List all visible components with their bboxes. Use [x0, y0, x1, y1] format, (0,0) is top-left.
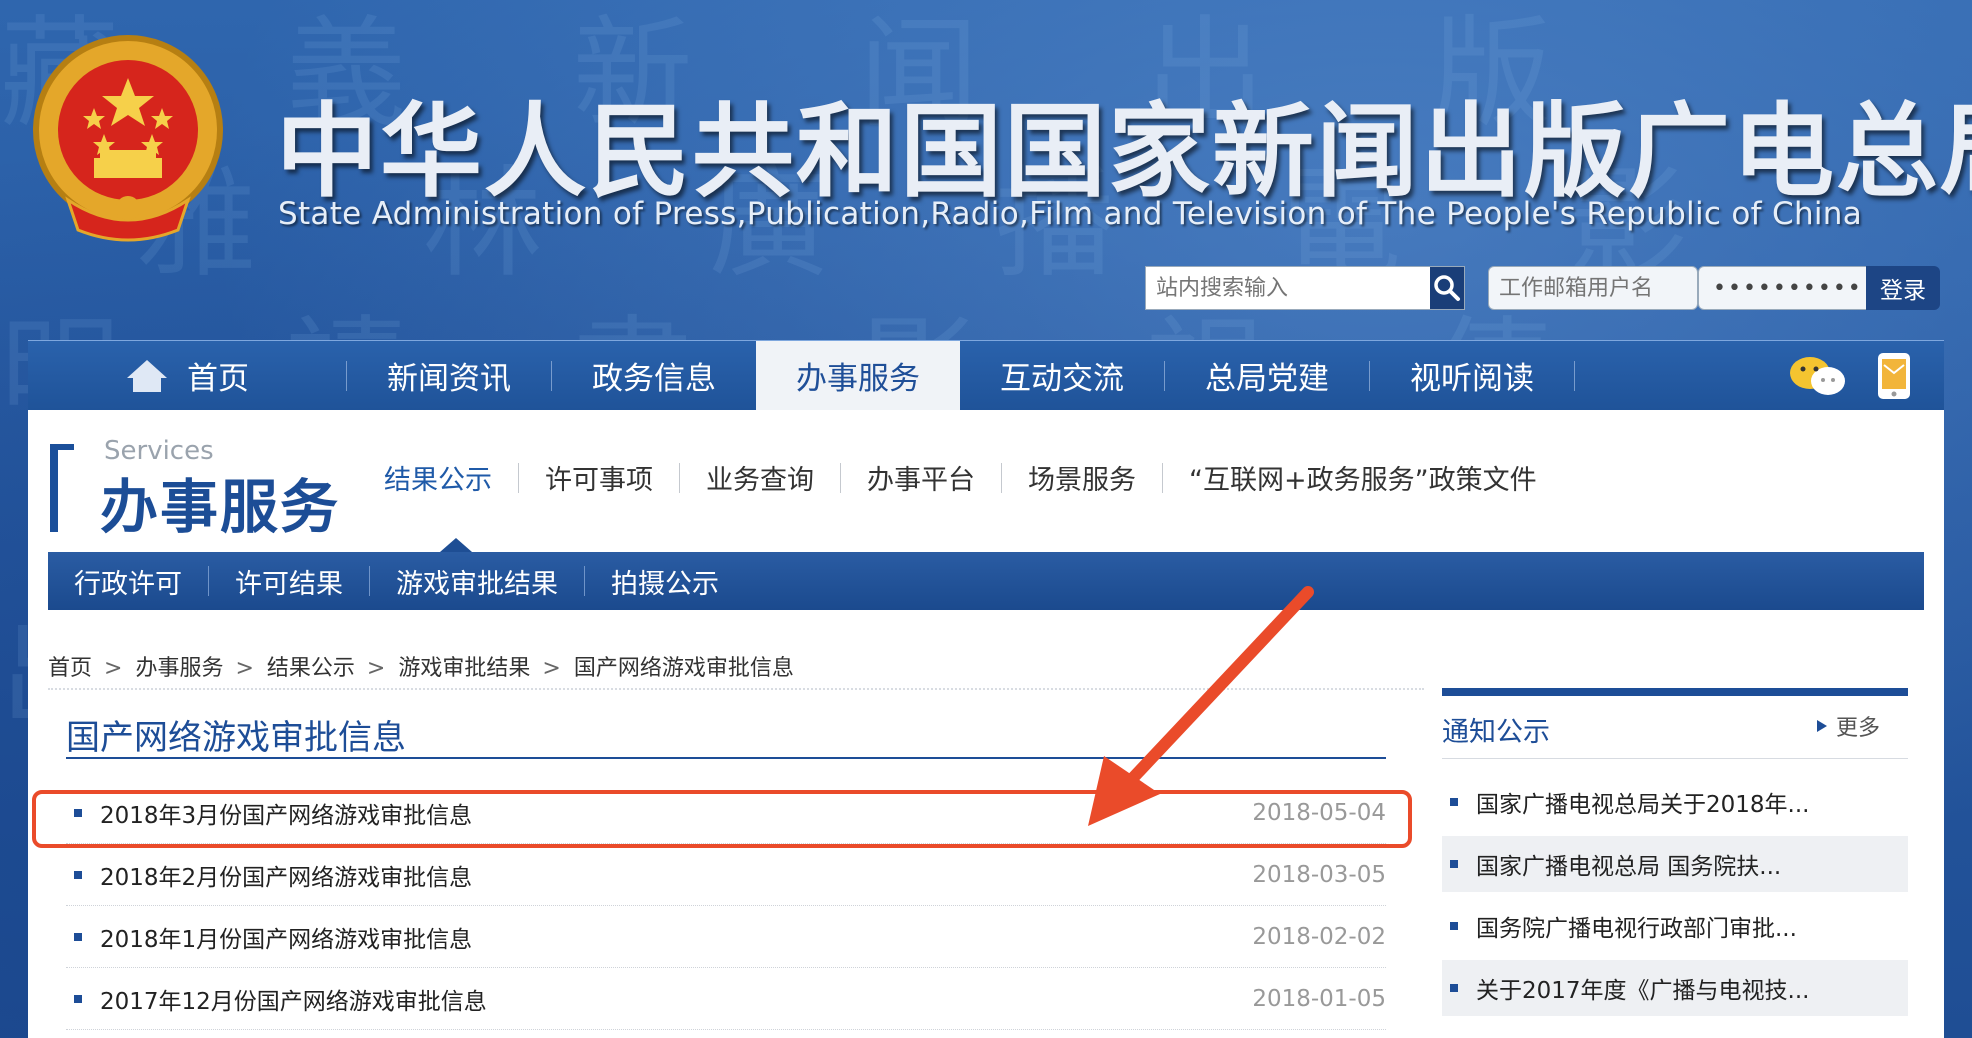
active-pointer: [440, 538, 472, 552]
nav-item-government-info[interactable]: 政务信息: [552, 341, 756, 411]
nav-item-home[interactable]: 首页: [28, 341, 346, 411]
page-title: 国产网络游戏审批信息: [66, 718, 406, 758]
notice-item-title[interactable]: 国务院广播电视行政部门审批...: [1476, 909, 1797, 943]
breadcrumb: 首页 > 办事服务 > 结果公示 > 游戏审批结果 > 国产网络游戏审批信息: [48, 650, 800, 682]
notice-item[interactable]: 关于2017年度《广播与电视技...: [1442, 960, 1908, 1016]
notice-item-title[interactable]: 国家广播电视总局关于2018年...: [1476, 785, 1809, 819]
list-item-title[interactable]: 2018年1月份国产网络游戏审批信息: [100, 920, 472, 954]
section-sub-nav: 结果公示 许可事项 业务查询 办事平台 场景服务 “互联网+政务服务”政策文件: [384, 458, 1563, 497]
list-item-date: 2018-02-02: [1252, 923, 1386, 950]
more-link[interactable]: 更多: [1816, 710, 1880, 742]
services-accent-bar: [50, 444, 58, 532]
nav-divider: [1574, 360, 1575, 391]
bullet-icon: [1450, 922, 1458, 930]
bullet-icon: [1450, 860, 1458, 868]
notice-divider: [1442, 758, 1908, 759]
sub-nav-scenario[interactable]: 场景服务: [1002, 458, 1162, 497]
bullet-icon: [74, 870, 82, 879]
breadcrumb-services[interactable]: 办事服务: [135, 656, 223, 681]
notice-item[interactable]: 国家广播电视总局 国务院扶...: [1442, 836, 1908, 892]
annotation-arrow-icon: [1088, 586, 1314, 826]
nav-right-icons: [1788, 351, 1914, 401]
triangle-right-icon: [1817, 720, 1827, 732]
result-tabs: 行政许可 许可结果 游戏审批结果 拍摄公示: [48, 552, 1924, 610]
login-button[interactable]: 登录: [1866, 266, 1940, 310]
password-field[interactable]: ••••••••••: [1698, 266, 1868, 310]
nav-label-party: 总局党建: [1205, 361, 1329, 397]
tab-filming-notice[interactable]: 拍摄公示: [585, 562, 745, 601]
nav-label-news: 新闻资讯: [387, 361, 511, 397]
national-emblem-icon: [33, 35, 223, 242]
breadcrumb-separator: >: [542, 656, 561, 681]
notice-item[interactable]: 国务院广播电视行政部门审批...: [1442, 898, 1908, 954]
notice-list: 国家广播电视总局关于2018年... 国家广播电视总局 国务院扶... 国务院广…: [1442, 774, 1908, 1022]
mail-username-field[interactable]: [1488, 266, 1698, 310]
notice-item[interactable]: 国家广播电视总局关于2018年...: [1442, 774, 1908, 830]
nav-item-party[interactable]: 总局党建: [1165, 341, 1369, 411]
more-label: 更多: [1836, 716, 1881, 741]
main-nav: 首页 新闻资讯 政务信息 办事服务 互动交流 总局党建 视听阅读: [28, 340, 1944, 411]
sub-nav-results[interactable]: 结果公示: [384, 458, 518, 497]
sub-nav-platform[interactable]: 办事平台: [841, 458, 1001, 497]
bullet-icon: [74, 994, 82, 1003]
tab-game-approval[interactable]: 游戏审批结果: [370, 562, 584, 601]
sub-nav-query[interactable]: 业务查询: [680, 458, 840, 497]
breadcrumb-game-approval[interactable]: 游戏审批结果: [398, 656, 530, 681]
breadcrumb-separator: >: [104, 656, 123, 681]
bullet-icon: [1450, 984, 1458, 992]
mail-username-input[interactable]: [1489, 267, 1697, 309]
breadcrumb-separator: >: [366, 656, 386, 681]
nav-label-home: 首页: [187, 361, 249, 397]
notice-item-title[interactable]: 关于2017年度《广播与电视技...: [1476, 971, 1809, 1005]
bullet-icon: [1450, 798, 1458, 806]
breadcrumb-current: 国产网络游戏审批信息: [573, 656, 794, 681]
content-panel: Services 办事服务 结果公示 许可事项 业务查询 办事平台 场景服务 “…: [28, 410, 1944, 1038]
password-mask: ••••••••••: [1713, 275, 1863, 301]
nav-item-services[interactable]: 办事服务: [756, 340, 960, 411]
list-item-title[interactable]: 2018年2月份国产网络游戏审批信息: [100, 858, 472, 892]
list-item[interactable]: 2017年12月份国产网络游戏审批信息 2018-01-05: [66, 968, 1386, 1030]
nav-item-media[interactable]: 视听阅读: [1370, 341, 1574, 411]
wechat-icon[interactable]: [1788, 353, 1848, 399]
list-item[interactable]: 2018年2月份国产网络游戏审批信息 2018-03-05: [66, 844, 1386, 906]
nav-label-services: 办事服务: [796, 361, 920, 397]
section-title-cn: 办事服务: [100, 473, 341, 541]
list-item-date: 2018-03-05: [1252, 861, 1386, 888]
services-accent-bar-top: [50, 444, 74, 450]
list-item-title[interactable]: 2017年12月份国产网络游戏审批信息: [100, 982, 487, 1016]
tab-license-results[interactable]: 许可结果: [209, 562, 369, 601]
site-search: [1145, 266, 1465, 310]
nav-label-media: 视听阅读: [1410, 361, 1534, 397]
breadcrumb-separator: >: [235, 656, 254, 681]
sub-nav-licensing[interactable]: 许可事项: [519, 458, 679, 497]
nav-label-government-info: 政务信息: [592, 361, 716, 397]
nav-item-interaction[interactable]: 互动交流: [960, 341, 1164, 411]
notice-item-title[interactable]: 国家广播电视总局 国务院扶...: [1476, 847, 1781, 881]
breadcrumb-results[interactable]: 结果公示: [267, 656, 355, 681]
notice-accent-bar: [1442, 688, 1908, 696]
home-icon: [127, 359, 167, 392]
nav-label-interaction: 互动交流: [1000, 361, 1124, 397]
search-input[interactable]: [1146, 267, 1430, 309]
sub-nav-policy[interactable]: “互联网+政务服务”政策文件: [1163, 458, 1563, 497]
search-icon: [1434, 275, 1460, 301]
list-item-date: 2018-01-05: [1252, 985, 1386, 1012]
site-subtitle: State Administration of Press,Publicatio…: [278, 196, 1863, 232]
list-item[interactable]: 2018年1月份国产网络游戏审批信息 2018-02-02: [66, 906, 1386, 968]
bullet-icon: [74, 932, 82, 941]
search-button[interactable]: [1430, 267, 1464, 309]
site-title: 中华人民共和国国家新闻出版广电总局: [276, 93, 1972, 212]
notice-title: 通知公示: [1442, 717, 1550, 748]
tab-admin-license[interactable]: 行政许可: [48, 562, 208, 601]
mobile-icon[interactable]: [1874, 351, 1914, 401]
breadcrumb-home[interactable]: 首页: [48, 656, 92, 681]
nav-item-news[interactable]: 新闻资讯: [347, 341, 551, 411]
